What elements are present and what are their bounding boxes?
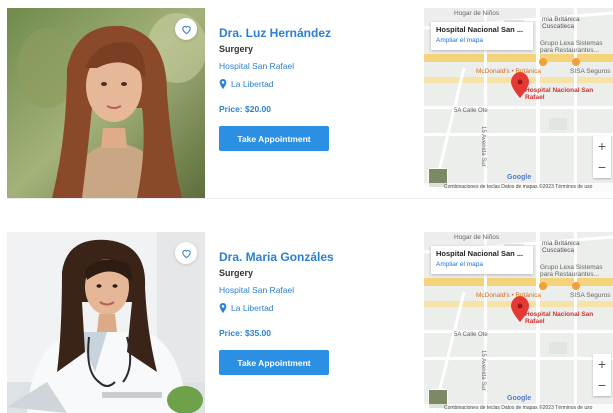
- map-place-card: Hospital Nacional San ... Ampliar el map…: [431, 22, 533, 50]
- doctor-info: Dra. Luz Hernández Surgery Hospital San …: [219, 8, 414, 198]
- map-label-hospital: Hospital Nacional San Rafael: [525, 311, 594, 325]
- doctor-price: Price: $20.00: [219, 104, 271, 114]
- favorite-button[interactable]: [175, 18, 197, 40]
- map-attribution: Combinaciones de teclas Datos de mapas ©…: [424, 404, 613, 413]
- location-pin-icon: [219, 79, 227, 89]
- map-label-britanica: mia Británica Cuscatleca: [542, 16, 580, 30]
- doctor-photo: [7, 8, 205, 198]
- favorite-button[interactable]: [175, 242, 197, 264]
- map-embed[interactable]: Hogar de Niños mia Británica Cuscatleca …: [424, 8, 613, 192]
- zoom-in-button[interactable]: +: [593, 354, 611, 375]
- doctor-card: Dra. Luz Hernández Surgery Hospital San …: [7, 8, 613, 198]
- map-label-street1: 5A Calle Ote: [454, 108, 488, 114]
- map-label-hogar: Hogar de Niños: [454, 234, 500, 241]
- map-zoom-control: + −: [593, 136, 611, 178]
- map-label-mcdonalds: McDonald's • Británica: [476, 68, 541, 75]
- take-appointment-button[interactable]: Take Appointment: [219, 350, 329, 375]
- enlarge-map-link[interactable]: Ampliar el mapa: [436, 261, 528, 268]
- map-label-hogar: Hogar de Niños: [454, 10, 500, 17]
- doctor-name[interactable]: Dra. Luz Hernández: [219, 26, 331, 40]
- doctor-photo: [7, 232, 205, 413]
- map-label-street2: 15 Avenida Sur: [480, 126, 486, 167]
- map-attribution: Combinaciones de teclas Datos de mapas ©…: [424, 183, 613, 192]
- doctor-hospital: Hospital San Rafael: [219, 61, 295, 71]
- zoom-out-button[interactable]: −: [593, 375, 611, 396]
- heart-icon: [181, 249, 191, 258]
- zoom-out-button[interactable]: −: [593, 157, 611, 178]
- zoom-in-button[interactable]: +: [593, 136, 611, 157]
- google-logo: Google: [507, 174, 532, 181]
- doctor-card: Dra. Maria Gonzáles Surgery Hospital San…: [7, 232, 613, 413]
- take-appointment-button[interactable]: Take Appointment: [219, 126, 329, 151]
- enlarge-map-link[interactable]: Ampliar el mapa: [436, 37, 528, 44]
- doctor-name[interactable]: Dra. Maria Gonzáles: [219, 250, 334, 264]
- map-label-grupo: Grupo Lexa Sistemas para Restaurantes...: [540, 264, 603, 278]
- doctor-specialty: Surgery: [219, 44, 254, 54]
- map-label-grupo: Grupo Lexa Sistemas para Restaurantes...: [540, 40, 603, 54]
- location-label: La Libertad: [231, 79, 274, 89]
- doctor-price: Price: $35.00: [219, 328, 271, 338]
- map-label-sisa: SISA Seguros: [570, 68, 611, 75]
- google-logo: Google: [507, 395, 532, 402]
- map-label-hospital: Hospital Nacional San Rafael: [525, 87, 594, 101]
- map-label-mcdonalds: McDonald's • Británica: [476, 292, 541, 299]
- location-label: La Libertad: [231, 303, 274, 313]
- map-label-street1: 5A Calle Ote: [454, 332, 488, 338]
- map-place-title: Hospital Nacional San ...: [436, 25, 524, 34]
- map-label-britanica: mia Británica Cuscatleca: [542, 240, 580, 254]
- card-divider: [7, 198, 613, 199]
- map-place-title: Hospital Nacional San ...: [436, 249, 524, 258]
- map-zoom-control: + −: [593, 354, 611, 396]
- map-place-card: Hospital Nacional San ... Ampliar el map…: [431, 246, 533, 274]
- map-embed[interactable]: Hogar de Niños mia Británica Cuscatleca …: [424, 232, 613, 413]
- location-pin-icon: [219, 303, 227, 313]
- map-label-street2: 15 Avenida Sur: [480, 350, 486, 391]
- doctor-hospital: Hospital San Rafael: [219, 285, 295, 295]
- doctor-location: La Libertad: [219, 79, 274, 89]
- doctor-specialty: Surgery: [219, 268, 254, 278]
- doctor-info: Dra. Maria Gonzáles Surgery Hospital San…: [219, 232, 414, 413]
- doctor-location: La Libertad: [219, 303, 274, 313]
- map-label-sisa: SISA Seguros: [570, 292, 611, 299]
- heart-icon: [181, 25, 191, 34]
